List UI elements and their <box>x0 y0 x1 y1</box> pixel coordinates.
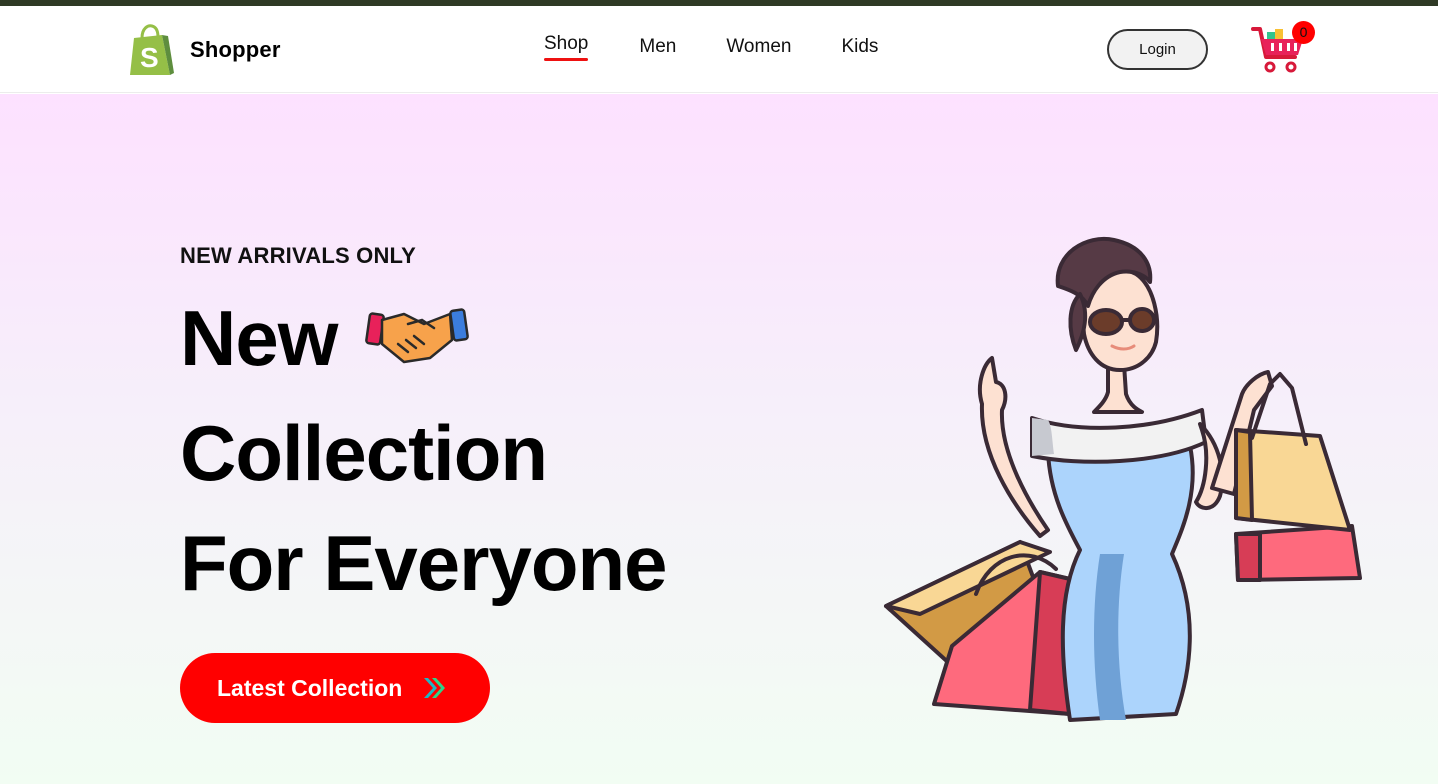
navbar: S Shopper Shop Men Women Kids Login 0 <box>0 6 1438 93</box>
double-arrow-icon <box>424 678 446 698</box>
hero-model-illustration <box>884 236 1362 722</box>
hero-eyebrow: NEW ARRIVALS ONLY <box>180 243 417 268</box>
brand-logo[interactable]: S Shopper <box>128 23 281 77</box>
brand-name: Shopper <box>190 37 281 62</box>
cart-count-badge: 0 <box>1292 21 1315 44</box>
handshake-icon <box>365 308 469 364</box>
hero-headline-line-2: Collection <box>180 409 548 497</box>
shopify-bag-icon: S <box>130 24 174 75</box>
nav-item-shop[interactable]: Shop <box>544 33 589 61</box>
hero-headline-line-3: For Everyone <box>180 519 668 607</box>
nav-item-men[interactable]: Men <box>639 36 676 58</box>
nav-item-women[interactable]: Women <box>726 36 791 58</box>
login-button[interactable]: Login <box>1107 29 1208 70</box>
svg-text:S: S <box>140 42 159 73</box>
latest-collection-button[interactable]: Latest Collection <box>180 653 490 723</box>
hero-section: NEW ARRIVALS ONLY New Collection For Eve… <box>0 94 1438 784</box>
nav-item-kids[interactable]: Kids <box>841 36 878 58</box>
cta-label: Latest Collection <box>217 674 403 701</box>
hero-headline-line-1: New <box>180 294 338 382</box>
main-menu: Shop Men Women Kids <box>544 33 928 61</box>
